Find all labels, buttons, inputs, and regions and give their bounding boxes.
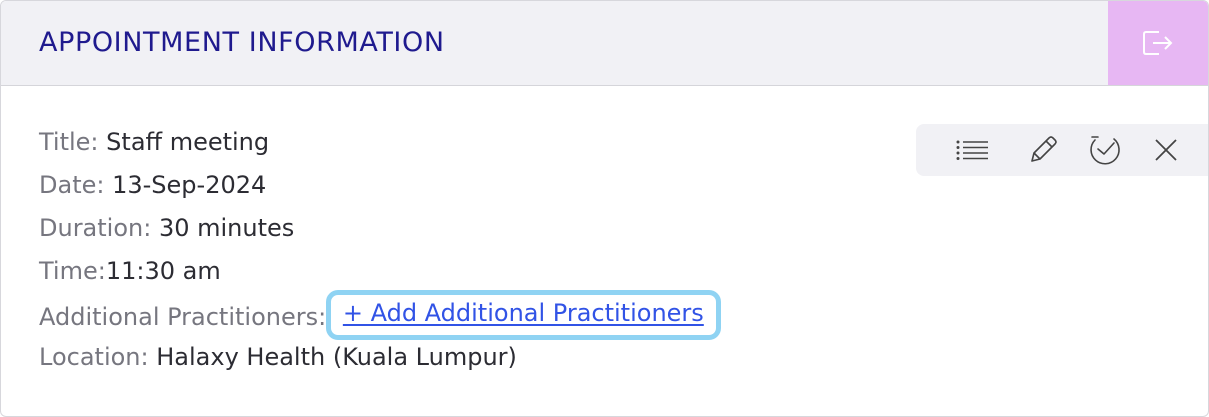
add-practitioners-link[interactable]: + Add Additional Practitioners: [343, 299, 704, 327]
location-label: Location:: [39, 343, 149, 371]
panel-title: APPOINTMENT INFORMATION: [39, 27, 445, 58]
time-row: Time:11:30 am: [39, 250, 721, 293]
appointment-details: Title: Staff meeting Date: 13-Sep-2024 D…: [39, 121, 721, 379]
time-label: Time:: [39, 257, 106, 285]
duration-value: 30 minutes: [158, 214, 295, 242]
appointment-actions-toolbar: [916, 124, 1208, 176]
panel-header: APPOINTMENT INFORMATION: [1, 1, 1208, 86]
mark-arrived-button[interactable]: [1087, 132, 1123, 168]
edit-button[interactable]: [1025, 132, 1061, 168]
duration-label: Duration:: [39, 214, 152, 242]
date-label: Date:: [39, 171, 105, 199]
title-value: Staff meeting: [106, 128, 270, 156]
appointment-panel: APPOINTMENT INFORMATION Title: Staff mee…: [0, 0, 1209, 417]
duration-row: Duration: 30 minutes: [39, 207, 721, 250]
location-value: Halaxy Health (Kuala Lumpur): [156, 343, 517, 371]
practitioners-row: Additional Practitioners: + Add Addition…: [39, 290, 721, 340]
title-row: Title: Staff meeting: [39, 121, 721, 164]
add-practitioners-highlight: + Add Additional Practitioners: [325, 290, 721, 340]
close-button[interactable]: [1148, 132, 1184, 168]
clock-check-icon: [1090, 136, 1120, 165]
practitioners-label: Additional Practitioners:: [39, 303, 327, 331]
list-button[interactable]: [954, 132, 990, 168]
exit-icon: [1143, 31, 1173, 55]
date-row: Date: 13-Sep-2024: [39, 164, 721, 207]
title-label: Title:: [39, 128, 99, 156]
location-row: Location: Halaxy Health (Kuala Lumpur): [39, 336, 721, 379]
date-value: 13-Sep-2024: [112, 171, 267, 199]
list-icon: [956, 140, 988, 160]
close-icon: [1155, 139, 1177, 161]
time-value: 11:30 am: [105, 257, 221, 285]
exit-button[interactable]: [1108, 1, 1208, 85]
pencil-icon: [1031, 136, 1057, 162]
